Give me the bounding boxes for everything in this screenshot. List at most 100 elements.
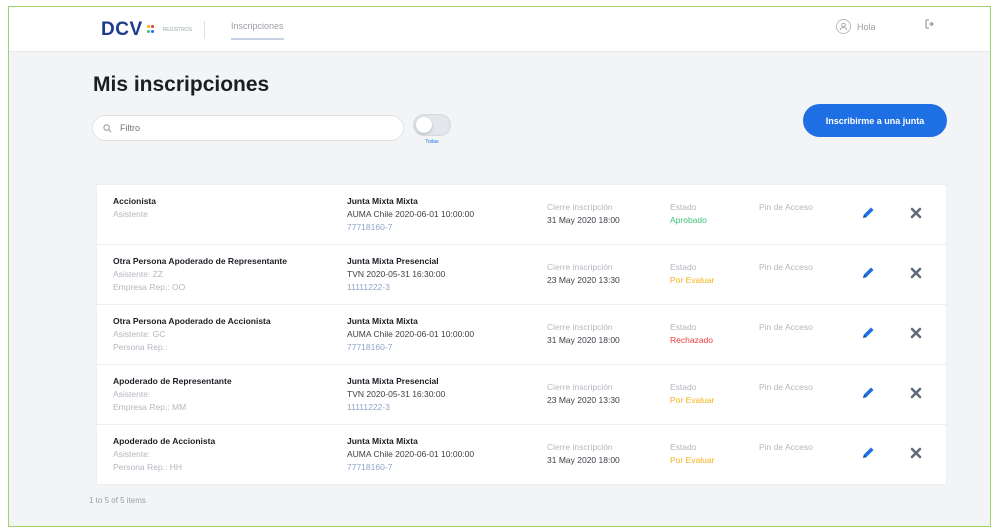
junta-rut[interactable]: 11111222-3 [347, 281, 527, 294]
cierre-label: Cierre inscripción [547, 382, 613, 392]
junta-cell: Junta Mixta Presencial TVN 2020-05-31 16… [347, 375, 527, 414]
close-icon[interactable] [909, 446, 923, 460]
top-navbar: DCV REGISTROS Inscripciones Hola [9, 7, 990, 52]
pin-cell: Pin de Acceso [759, 321, 839, 334]
cierre-date: 31 May 2020 18:00 [547, 455, 620, 465]
junta-rut[interactable]: 77718160-7 [347, 461, 527, 474]
dcv-logo[interactable]: DCV REGISTROS [101, 19, 206, 41]
person-cell: Otra Persona Apoderado de Representante … [113, 255, 348, 294]
pin-cell: Pin de Acceso [759, 201, 839, 214]
logo-text: DCV [101, 19, 143, 40]
estado-cell: Estado Aprobado [670, 201, 750, 227]
close-icon[interactable] [909, 386, 923, 400]
user-icon [836, 19, 851, 34]
cierre-cell: Cierre inscripción 23 May 2020 13:30 [547, 261, 657, 287]
list-item[interactable]: Apoderado de Accionista Asistente: Perso… [97, 425, 946, 484]
pin-cell: Pin de Acceso [759, 441, 839, 454]
junta-detail: TVN 2020-05-31 16:30:00 [347, 389, 446, 399]
inscriptions-list: Accionista Asistente Junta Mixta Mixta A… [96, 184, 947, 485]
close-icon[interactable] [909, 326, 923, 340]
cierre-cell: Cierre inscripción 31 May 2020 18:00 [547, 441, 657, 467]
search-input[interactable] [118, 122, 372, 134]
pencil-icon[interactable] [860, 325, 876, 341]
estado-cell: Estado Por Evaluar [670, 261, 750, 287]
list-item[interactable]: Apoderado de Representante Asistente: Em… [97, 365, 946, 425]
close-icon[interactable] [909, 266, 923, 280]
app-window: DCV REGISTROS Inscripciones Hola Mis ins… [8, 6, 991, 527]
junta-cell: Junta Mixta Mixta AUMA Chile 2020-06-01 … [347, 315, 527, 354]
cierre-cell: Cierre inscripción 31 May 2020 18:00 [547, 321, 657, 347]
estado-label: Estado [670, 262, 697, 272]
list-item[interactable]: Accionista Asistente Junta Mixta Mixta A… [97, 185, 946, 245]
cierre-label: Cierre inscripción [547, 322, 613, 332]
person-name: Otra Persona Apoderado de Representante [113, 256, 287, 266]
list-item[interactable]: Otra Persona Apoderado de Representante … [97, 245, 946, 305]
estado-label: Estado [670, 382, 697, 392]
junta-rut[interactable]: 77718160-7 [347, 341, 527, 354]
estado-label: Estado [670, 442, 697, 452]
estado-cell: Estado Por Evaluar [670, 441, 750, 467]
junta-detail: TVN 2020-05-31 16:30:00 [347, 269, 446, 279]
cierre-label: Cierre inscripción [547, 202, 613, 212]
person-name: Apoderado de Representante [113, 376, 232, 386]
person-cell: Apoderado de Representante Asistente: Em… [113, 375, 348, 414]
person-sub2: Empresa Rep.: MM [113, 402, 187, 412]
close-icon[interactable] [909, 206, 923, 220]
person-sub2: Persona Rep.: HH [113, 462, 182, 472]
cierre-date: 23 May 2020 13:30 [547, 275, 620, 285]
logout-icon[interactable] [924, 19, 934, 32]
logo-dots-icon [146, 23, 157, 37]
junta-rut[interactable]: 77718160-7 [347, 221, 527, 234]
junta-name: Junta Mixta Mixta [347, 436, 418, 446]
junta-rut[interactable]: 11111222-3 [347, 401, 527, 414]
pencil-icon[interactable] [860, 445, 876, 461]
cierre-label: Cierre inscripción [547, 442, 613, 452]
toggle-knob [416, 117, 432, 133]
junta-detail: AUMA Chile 2020-06-01 10:00:00 [347, 449, 475, 459]
person-name: Apoderado de Accionista [113, 436, 216, 446]
person-sub1: Asistente: [113, 389, 151, 399]
pencil-icon[interactable] [860, 205, 876, 221]
register-junta-button[interactable]: Inscribirme a una junta [803, 104, 947, 137]
person-sub1: Asistente: GC [113, 329, 166, 339]
status-badge: Rechazado [670, 335, 714, 345]
cierre-date: 31 May 2020 18:00 [547, 335, 620, 345]
pin-cell: Pin de Acceso [759, 381, 839, 394]
estado-label: Estado [670, 322, 697, 332]
logo-divider [204, 21, 206, 39]
toggle-switch[interactable] [413, 114, 451, 136]
cierre-cell: Cierre inscripción 23 May 2020 13:30 [547, 381, 657, 407]
person-sub2: Persona Rep.: [113, 342, 168, 352]
pencil-icon[interactable] [860, 385, 876, 401]
pencil-icon[interactable] [860, 265, 876, 281]
person-cell: Apoderado de Accionista Asistente: Perso… [113, 435, 348, 474]
person-sub1: Asistente: [113, 449, 151, 459]
cierre-date: 23 May 2020 13:30 [547, 395, 620, 405]
junta-cell: Junta Mixta Mixta AUMA Chile 2020-06-01 … [347, 435, 527, 474]
junta-cell: Junta Mixta Presencial TVN 2020-05-31 16… [347, 255, 527, 294]
show-all-toggle[interactable]: Todas [413, 114, 451, 145]
estado-cell: Estado Por Evaluar [670, 381, 750, 407]
search-icon [103, 123, 112, 132]
status-badge: Por Evaluar [670, 395, 715, 405]
junta-detail: AUMA Chile 2020-06-01 10:00:00 [347, 209, 475, 219]
list-item[interactable]: Otra Persona Apoderado de Accionista Asi… [97, 305, 946, 365]
pin-label: Pin de Acceso [759, 442, 813, 452]
person-name: Otra Persona Apoderado de Accionista [113, 316, 271, 326]
status-badge: Por Evaluar [670, 455, 715, 465]
person-sub2: Empresa Rep.: OO [113, 282, 186, 292]
logo-subtitle: REGISTROS [162, 27, 193, 33]
person-name: Accionista [113, 196, 156, 206]
pin-label: Pin de Acceso [759, 382, 813, 392]
person-cell: Otra Persona Apoderado de Accionista Asi… [113, 315, 348, 354]
junta-detail: AUMA Chile 2020-06-01 10:00:00 [347, 329, 475, 339]
toggle-label: Todas [425, 139, 439, 145]
user-menu[interactable]: Hola [836, 19, 876, 34]
pin-label: Pin de Acceso [759, 202, 813, 212]
tab-inscripciones[interactable]: Inscripciones [231, 21, 284, 40]
search-box[interactable] [92, 115, 404, 141]
person-sub1: Asistente [113, 209, 148, 219]
page-title: Mis inscripciones [93, 73, 270, 96]
pin-cell: Pin de Acceso [759, 261, 839, 274]
junta-name: Junta Mixta Presencial [347, 376, 439, 386]
